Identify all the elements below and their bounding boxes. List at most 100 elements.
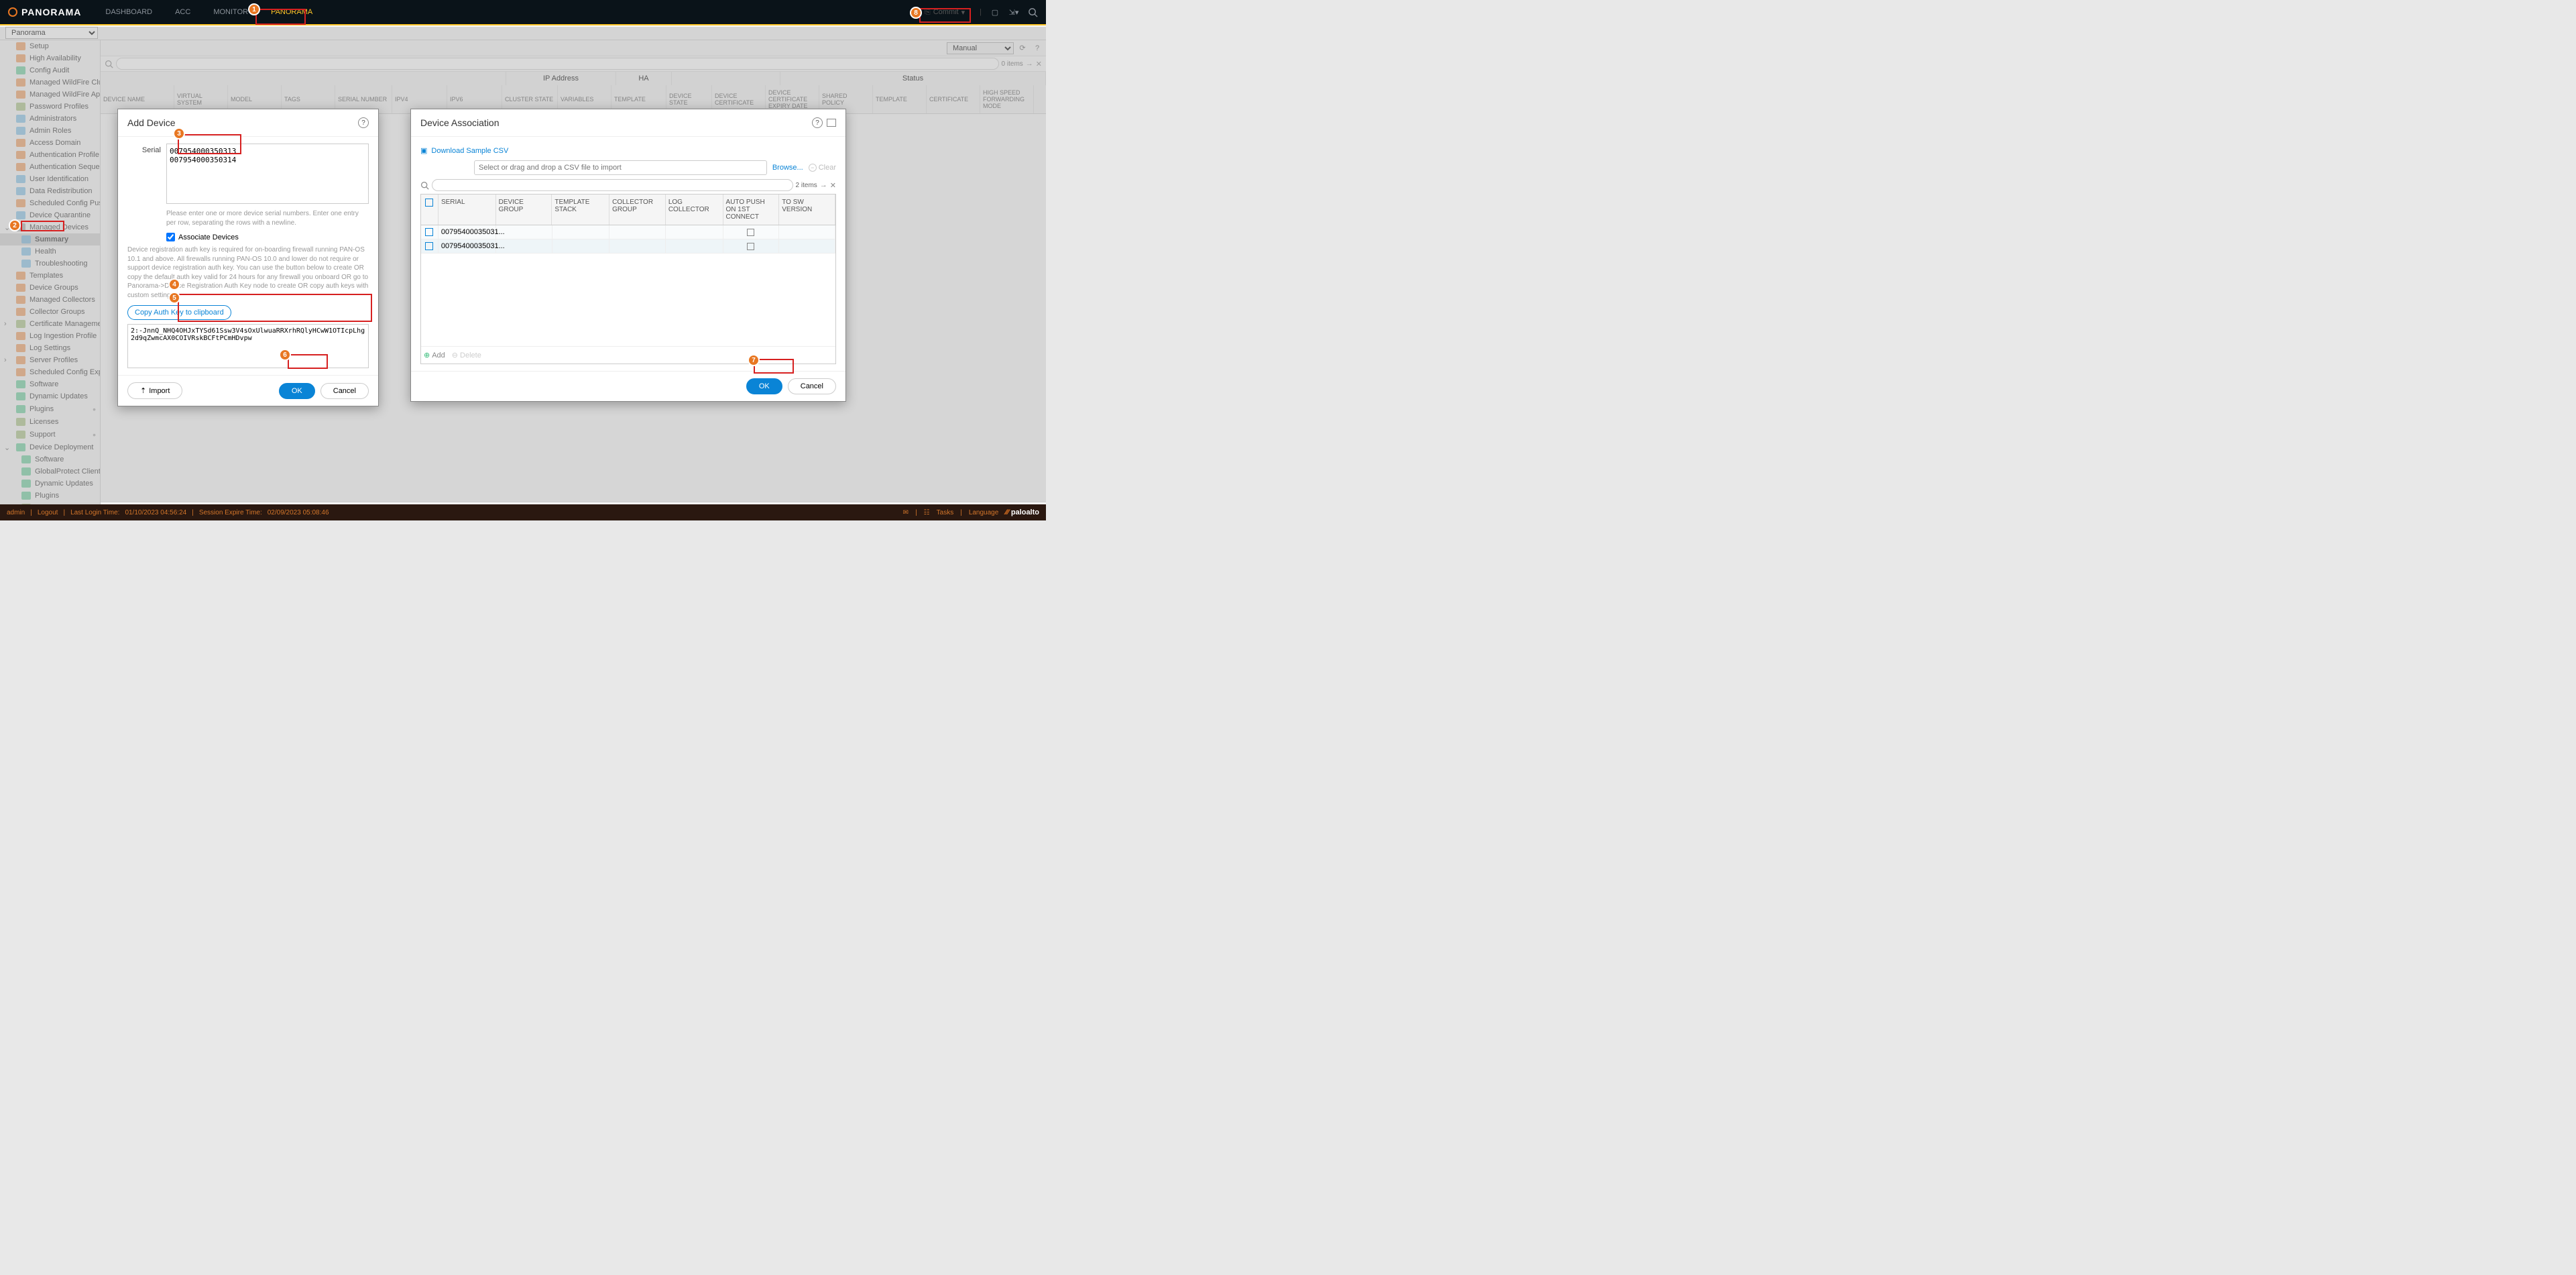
sidebar-item-dynamic-updates[interactable]: Dynamic Updates: [0, 478, 100, 490]
assoc-column-header[interactable]: COLLECTOR GROUP: [609, 195, 666, 225]
sidebar-item-password-profiles[interactable]: Password Profiles: [0, 101, 100, 113]
sidebar-item-software[interactable]: Software: [0, 453, 100, 465]
sidebar-item-support[interactable]: Support•: [0, 428, 100, 441]
auto-push-checkbox[interactable]: [747, 229, 754, 236]
sidebar-item-managed-collectors[interactable]: Managed Collectors: [0, 294, 100, 306]
tree-toggle-icon[interactable]: ›: [4, 320, 12, 328]
sidebar-item-device-deployment[interactable]: ⌄Device Deployment: [0, 441, 100, 453]
logout-link[interactable]: Logout: [38, 509, 58, 516]
assoc-ok-button[interactable]: OK: [746, 378, 782, 394]
sidebar-item-templates[interactable]: Templates: [0, 270, 100, 282]
nav-tab-panorama[interactable]: PANORAMA: [260, 1, 323, 23]
sidebar-item-plugins[interactable]: Plugins•: [0, 402, 100, 416]
export-icon[interactable]: ⇲▾: [1008, 7, 1019, 17]
sidebar-item-icon: [16, 199, 25, 207]
search-icon[interactable]: [1027, 7, 1038, 17]
tree-toggle-icon[interactable]: ⌄: [4, 443, 12, 452]
tree-toggle-icon[interactable]: ›: [4, 356, 12, 364]
sidebar-item-administrators[interactable]: Administrators: [0, 113, 100, 125]
context-selector[interactable]: Panorama: [5, 27, 98, 39]
copy-auth-key-button[interactable]: Copy Auth Key to clipboard: [127, 305, 231, 320]
sidebar-item-data-redistribution[interactable]: Data Redistribution: [0, 185, 100, 197]
row-checkbox[interactable]: [425, 228, 433, 236]
assoc-cancel-button[interactable]: Cancel: [788, 378, 836, 394]
clear-button[interactable]: −Clear: [809, 164, 836, 172]
sidebar-item-summary[interactable]: Summary: [0, 233, 100, 245]
close-icon[interactable]: ✕: [830, 181, 836, 190]
arrow-right-icon[interactable]: →: [820, 181, 827, 189]
add-device-ok-button[interactable]: OK: [279, 383, 315, 399]
assoc-delete-button[interactable]: ⊖Delete: [452, 351, 481, 359]
column-header[interactable]: TEMPLATE: [873, 85, 927, 113]
sidebar-item-setup[interactable]: Setup: [0, 40, 100, 52]
sidebar-item-high-availability[interactable]: High Availability: [0, 52, 100, 64]
import-button[interactable]: ⇡Import: [127, 382, 182, 399]
arrow-right-icon[interactable]: →: [1026, 60, 1033, 68]
download-sample-csv-link[interactable]: Download Sample CSV: [431, 147, 508, 155]
sidebar-item-device-groups[interactable]: Device Groups: [0, 282, 100, 294]
column-header[interactable]: CERTIFICATE: [927, 85, 980, 113]
sidebar-item-globalprotect-client[interactable]: GlobalProtect Client: [0, 465, 100, 478]
nav-tab-acc[interactable]: ACC: [164, 1, 201, 23]
sidebar-item-icon: [16, 332, 25, 340]
sidebar-item-access-domain[interactable]: Access Domain: [0, 137, 100, 149]
sidebar-item-authentication-profile[interactable]: Authentication Profile: [0, 149, 100, 161]
sidebar-item-admin-roles[interactable]: Admin Roles: [0, 125, 100, 137]
sidebar-item-software[interactable]: Software: [0, 378, 100, 390]
envelope-icon[interactable]: ✉: [903, 509, 909, 516]
refresh-icon[interactable]: ⟳: [1016, 42, 1029, 54]
assoc-column-header[interactable]: LOG COLLECTOR: [666, 195, 723, 225]
assoc-column-header[interactable]: TO SW VERSION: [779, 195, 835, 225]
row-checkbox[interactable]: [425, 242, 433, 250]
sidebar-item-managed-wildfire-appliances[interactable]: Managed WildFire Appliances: [0, 89, 100, 101]
sidebar-item-scheduled-config-export[interactable]: Scheduled Config Export: [0, 366, 100, 378]
window-icon[interactable]: [827, 119, 836, 127]
assoc-column-header[interactable]: DEVICE GROUP: [496, 195, 552, 225]
assoc-add-button[interactable]: ⊕Add: [424, 351, 445, 359]
sidebar-item-scheduled-config-push[interactable]: Scheduled Config Push: [0, 197, 100, 209]
sidebar-item-config-audit[interactable]: Config Audit: [0, 64, 100, 76]
browse-link[interactable]: Browse...: [772, 164, 803, 172]
auth-key-display[interactable]: 2:-JnnQ_NHQ4OHJxTYSd61Ssw3V4sOxUlwuaRRXr…: [127, 324, 369, 368]
add-device-cancel-button[interactable]: Cancel: [320, 383, 369, 399]
auto-push-checkbox[interactable]: [747, 243, 754, 250]
sidebar-item-collector-groups[interactable]: Collector Groups: [0, 306, 100, 318]
serial-input[interactable]: 007954000350313 007954000350314: [166, 144, 369, 204]
sidebar-item-server-profiles[interactable]: ›Server Profiles: [0, 354, 100, 366]
filter-input[interactable]: [116, 58, 999, 70]
associate-devices-checkbox[interactable]: [166, 233, 175, 241]
sidebar-item-plugins[interactable]: Plugins: [0, 490, 100, 502]
assoc-column-header[interactable]: AUTO PUSH ON 1ST CONNECT: [723, 195, 780, 225]
nav-tab-dashboard[interactable]: DASHBOARD: [95, 1, 163, 23]
help-icon[interactable]: ?: [1031, 42, 1043, 54]
close-icon[interactable]: ✕: [1036, 60, 1042, 68]
help-icon[interactable]: ?: [812, 117, 823, 128]
sidebar-item-managed-wildfire-clusters[interactable]: Managed WildFire Clusters: [0, 76, 100, 89]
mode-select[interactable]: Manual: [947, 42, 1014, 54]
sidebar-item-certificate-management[interactable]: ›Certificate Management: [0, 318, 100, 330]
sidebar-item-troubleshooting[interactable]: Troubleshooting: [0, 258, 100, 270]
sidebar-item-icon: [21, 247, 31, 256]
window-icon[interactable]: ▢: [990, 7, 1000, 17]
commit-button[interactable]: ⎘ Commit ▾: [918, 5, 972, 19]
sidebar-item-licenses[interactable]: Licenses: [0, 416, 100, 428]
sidebar-item-authentication-sequence[interactable]: Authentication Sequence: [0, 161, 100, 173]
sidebar[interactable]: SetupHigh AvailabilityConfig AuditManage…: [0, 40, 101, 504]
assoc-table-row[interactable]: 00795400035031...: [421, 239, 835, 254]
assoc-filter-input[interactable]: [432, 179, 793, 191]
sidebar-item-log-settings[interactable]: Log Settings: [0, 342, 100, 354]
sidebar-item-dynamic-updates[interactable]: Dynamic Updates: [0, 390, 100, 402]
language-link[interactable]: Language: [969, 509, 999, 516]
column-header[interactable]: HIGH SPEED FORWARDING MODE: [980, 85, 1034, 113]
sidebar-item-log-ingestion-profile[interactable]: Log Ingestion Profile: [0, 330, 100, 342]
assoc-table-row[interactable]: 00795400035031...: [421, 225, 835, 239]
tasks-link[interactable]: Tasks: [937, 509, 954, 516]
select-all-checkbox[interactable]: [425, 199, 433, 207]
sidebar-item-user-identification[interactable]: User Identification: [0, 173, 100, 185]
help-icon[interactable]: ?: [358, 117, 369, 128]
assoc-column-header[interactable]: TEMPLATE STACK: [552, 195, 609, 225]
commit-icon: ⎘: [925, 8, 931, 17]
csv-import-input[interactable]: [474, 160, 767, 175]
assoc-column-header[interactable]: SERIAL: [438, 195, 496, 225]
sidebar-item-health[interactable]: Health: [0, 245, 100, 258]
